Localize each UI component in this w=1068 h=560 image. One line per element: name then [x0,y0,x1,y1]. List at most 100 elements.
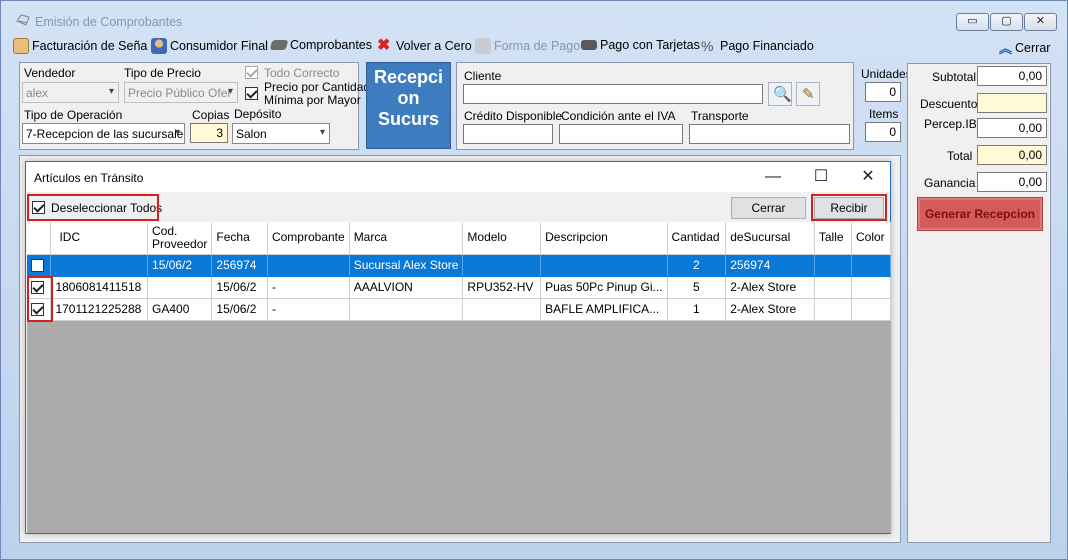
col-header-idc[interactable]: IDC [50,222,149,255]
percep-label: Percep.IB [924,117,977,131]
pago-financiado-button[interactable]: % Pago Financiado [701,38,814,54]
cell-marca: AAALVION [349,276,464,299]
col-header-color[interactable]: Color [851,222,892,255]
search-client-button[interactable]: 🔍 [768,82,792,106]
pago-tarjetas-button[interactable]: Pago con Tarjetas [581,38,700,52]
cell-desucursal: 2-Alex Store [725,276,815,299]
row-checkbox[interactable] [31,259,44,273]
vendedor-label: Vendedor [24,66,76,80]
unidades-field: 0 [865,82,901,102]
cell-cod-proveedor [147,276,213,299]
cerrar-toolbar-button[interactable]: ︽ Cerrar [999,38,1050,57]
cell-marca: Sucursal Alex Store [349,254,464,277]
copias-label: Copias [192,108,230,122]
cell-desucursal: 256974 [725,254,815,277]
volver-a-cero-button[interactable]: ✖ Volver a Cero [377,38,472,54]
credito-field[interactable] [463,124,553,144]
cell-talle [814,298,852,321]
cell-descripcion [540,254,668,277]
col-header-modelo[interactable]: Modelo [462,222,542,255]
row-checkbox-cell[interactable] [27,254,52,277]
col-header-marca[interactable]: Marca [349,222,464,255]
cell-idc [50,254,149,277]
toolbar: Facturación de Seña Consumidor Final Com… [9,35,1061,57]
chevron-down-icon: ▾ [227,86,233,97]
transporte-field[interactable] [689,124,850,144]
cell-cantidad: 5 [667,276,727,299]
table-row[interactable]: 1806081411518 15/06/2 - AAALVION RPU352-… [27,276,892,299]
generar-recepcion-button[interactable]: Generar Recepcion [917,197,1043,231]
table-row[interactable]: 15/06/2 256974 Sucursal Alex Store 2 256… [27,254,892,277]
cell-talle [814,276,852,299]
consumidor-final-button[interactable]: Consumidor Final [151,38,268,54]
minimize-button[interactable]: ▭ [956,13,989,31]
subtotal-field: 0,00 [977,66,1047,86]
red-x-icon: ✖ [377,37,391,54]
chevron-up-icon: ︽ [999,41,1013,56]
forma-de-pago-button[interactable]: Forma de Pago [475,38,580,54]
descuento-field[interactable] [977,93,1047,113]
chart-icon: % [701,38,714,54]
cell-cantidad: 1 [667,298,727,321]
chevron-down-icon: ▾ [319,127,325,138]
tipo-precio-label: Tipo de Precio [124,66,201,80]
facturacion-sena-button[interactable]: Facturación de Seña [13,38,147,54]
comprobantes-button[interactable]: Comprobantes [269,38,372,52]
copias-field[interactable]: 3 [190,123,228,143]
total-label: Total [947,149,973,163]
edit-client-button[interactable]: ✎ [796,82,820,106]
cliente-field[interactable] [463,84,763,104]
handshake-icon [269,40,289,50]
col-header-desucursal[interactable]: deSucursal [725,222,815,255]
articulos-transito-dialog: Artículos en Tránsito — ☐ ✕ Deselecciona… [25,161,892,534]
cell-cantidad: 2 [667,254,727,277]
checkbox-box [245,66,258,80]
subtotal-label: Subtotal [932,70,977,84]
deposito-label: Depósito [234,107,282,121]
window-title: Emisión de Comprobantes [35,15,183,29]
cell-descripcion: Puas 50Pc Pinup Gi... [540,276,668,299]
items-field: 0 [865,122,901,142]
cerrar-dialog-button[interactable]: Cerrar [731,197,806,219]
cell-color [851,254,892,277]
dialog-title: Artículos en Tránsito [34,171,144,185]
col-header-cod-proveedor[interactable]: Cod. Proveedor [147,222,213,255]
todo-correcto-checkbox[interactable]: Todo Correcto [245,65,339,80]
transporte-label: Transporte [691,109,749,123]
main-window: Emisión de Comprobantes ▭ ▢ ✕ Facturació… [0,0,1068,560]
col-header-cantidad[interactable]: Cantidad [667,222,727,255]
close-window-button[interactable]: ✕ [1024,13,1057,31]
pencil-icon: ✎ [802,86,815,103]
col-header-talle[interactable]: Talle [814,222,852,255]
condicion-iva-label: Condición ante el IVA [561,109,676,123]
tipo-operacion-select[interactable]: 7-Recepcion de las sucursale ▾ [22,123,185,144]
percep-field: 0,00 [977,118,1047,138]
cell-fecha: 15/06/2 [211,276,268,299]
condicion-iva-field[interactable] [559,124,683,144]
cell-talle [814,254,852,277]
cell-modelo [462,254,542,277]
person-icon [151,38,167,54]
maximize-button[interactable]: ▢ [990,13,1023,31]
app-icon [15,13,31,27]
recepcion-sucursal-button[interactable]: Recepci on Sucurs [366,62,451,149]
dialog-maximize-button[interactable]: ☐ [806,166,836,188]
vendedor-select[interactable]: alex ▾ [22,82,119,103]
col-header-fecha[interactable]: Fecha [211,222,268,255]
chevron-down-icon: ▾ [174,127,180,138]
deposito-select[interactable]: Salon ▾ [232,123,330,144]
table-header-row: IDC Cod. Proveedor Fecha Comprobante Mar… [27,222,892,255]
cell-modelo: RPU352-HV [462,276,542,299]
table-row[interactable]: 1701121225288 GA400 15/06/2 - BAFLE AMPL… [27,298,892,321]
col-header-descripcion[interactable]: Descripcion [540,222,668,255]
tipo-precio-select[interactable]: Precio Público Ofer ▾ [124,82,238,103]
card-icon [581,40,597,50]
money-icon [475,38,491,54]
chevron-down-icon: ▾ [108,86,114,97]
dialog-minimize-button[interactable]: — [758,166,788,188]
cell-color [851,276,892,299]
col-header-comprobante[interactable]: Comprobante [267,222,350,255]
precio-cantidad-checkbox[interactable]: Precio por Cantidad Mínima por Mayor [245,80,370,107]
ganancia-field: 0,00 [977,172,1047,192]
dialog-close-button[interactable]: ✕ [853,166,883,188]
